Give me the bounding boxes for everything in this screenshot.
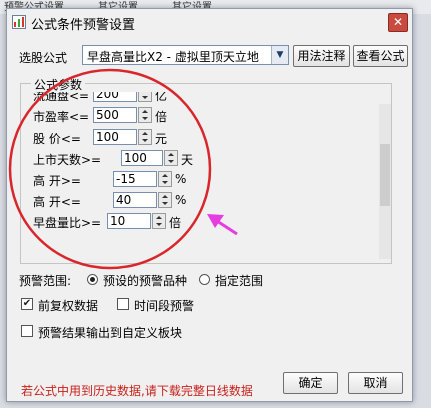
param-unit: 倍 bbox=[155, 110, 168, 124]
checkbox-prev-adjust[interactable]: ✔ bbox=[21, 298, 33, 310]
spin-arrows-icon[interactable] bbox=[158, 192, 172, 208]
title-bar: 公式条件预警设置 ✕ bbox=[7, 9, 412, 35]
param-label: 高 开>= bbox=[33, 174, 81, 188]
param-input[interactable]: 100 bbox=[93, 129, 137, 145]
radio-specified-range-label[interactable]: 指定范围 bbox=[215, 272, 263, 289]
param-label: 股 价<= bbox=[33, 132, 81, 146]
param-unit: % bbox=[175, 172, 187, 186]
dialog-title: 公式条件预警设置 bbox=[31, 18, 136, 33]
param-input[interactable]: 500 bbox=[93, 107, 137, 123]
ok-button[interactable]: 确定 bbox=[283, 372, 338, 394]
radio-preset-varieties-label[interactable]: 预设的预警品种 bbox=[103, 272, 187, 289]
view-formula-button[interactable]: 查看公式 bbox=[353, 45, 408, 67]
param-label: 市盈率<= bbox=[33, 110, 90, 124]
checkbox-prev-adjust-label[interactable]: 前复权数据 bbox=[38, 297, 98, 314]
formula-params-group: 公式参数 流通盘<= 200 亿 市盈率<= 500 倍 股 价<= 100 元 bbox=[20, 76, 392, 264]
param-input[interactable]: 100 bbox=[121, 150, 163, 166]
params-list: 流通盘<= 200 亿 市盈率<= 500 倍 股 价<= 100 元 上市天数… bbox=[27, 92, 367, 256]
param-input[interactable]: -15 bbox=[113, 171, 157, 187]
usage-notes-button[interactable]: 用法注释 bbox=[293, 45, 350, 67]
checkbox-period-warn[interactable] bbox=[117, 298, 129, 310]
checkbox-output-custom-block-label[interactable]: 预警结果输出到自定义板块 bbox=[38, 324, 182, 341]
radio-preset-varieties[interactable] bbox=[87, 274, 98, 285]
param-label: 高 开<= bbox=[33, 195, 81, 209]
param-label: 早盘量比>= bbox=[33, 216, 102, 230]
cancel-button[interactable]: 取消 bbox=[348, 372, 403, 394]
spin-arrows-icon[interactable] bbox=[164, 150, 178, 166]
param-unit: 亿 bbox=[155, 92, 168, 103]
param-unit: 天 bbox=[181, 153, 194, 167]
param-unit: % bbox=[175, 193, 187, 207]
param-input[interactable]: 200 bbox=[93, 92, 137, 102]
close-button[interactable]: ✕ bbox=[388, 13, 408, 32]
spin-arrows-icon[interactable] bbox=[138, 92, 152, 102]
formula-warning-dialog: 公式条件预警设置 ✕ 选股公式 早盘高量比X2 - 虚拟里顶天立地 ▼ 用法注释… bbox=[6, 8, 413, 402]
formula-label: 选股公式 bbox=[19, 51, 68, 65]
checkbox-period-warn-label[interactable]: 时间段预警 bbox=[134, 297, 194, 314]
radio-specified-range[interactable] bbox=[199, 274, 210, 285]
param-unit: 倍 bbox=[169, 216, 182, 230]
param-unit: 元 bbox=[155, 132, 168, 146]
params-scrollbar[interactable] bbox=[379, 104, 391, 259]
spin-arrows-icon[interactable] bbox=[138, 107, 152, 123]
warn-range-label: 预警范围: bbox=[19, 274, 72, 288]
param-label: 流通盘<= bbox=[33, 92, 90, 103]
checkbox-output-custom-block[interactable] bbox=[21, 325, 33, 337]
formula-select[interactable]: 早盘高量比X2 - 虚拟里顶天立地 ▼ bbox=[82, 45, 289, 65]
param-input[interactable]: 40 bbox=[113, 192, 157, 208]
param-input[interactable]: 10 bbox=[107, 213, 151, 229]
param-label: 上市天数>= bbox=[33, 153, 102, 167]
spin-arrows-icon[interactable] bbox=[152, 213, 166, 229]
spin-arrows-icon[interactable] bbox=[158, 171, 172, 187]
chevron-down-icon[interactable]: ▼ bbox=[271, 46, 288, 64]
formula-selected-value: 早盘高量比X2 - 虚拟里顶天立地 bbox=[87, 50, 259, 64]
scrollbar-thumb[interactable] bbox=[380, 144, 390, 206]
params-legend: 公式参数 bbox=[31, 76, 86, 93]
spin-arrows-icon[interactable] bbox=[138, 129, 152, 145]
history-data-note: 若公式中用到历史数据,请下载完整日线数据 bbox=[21, 384, 253, 398]
app-icon bbox=[12, 15, 26, 29]
